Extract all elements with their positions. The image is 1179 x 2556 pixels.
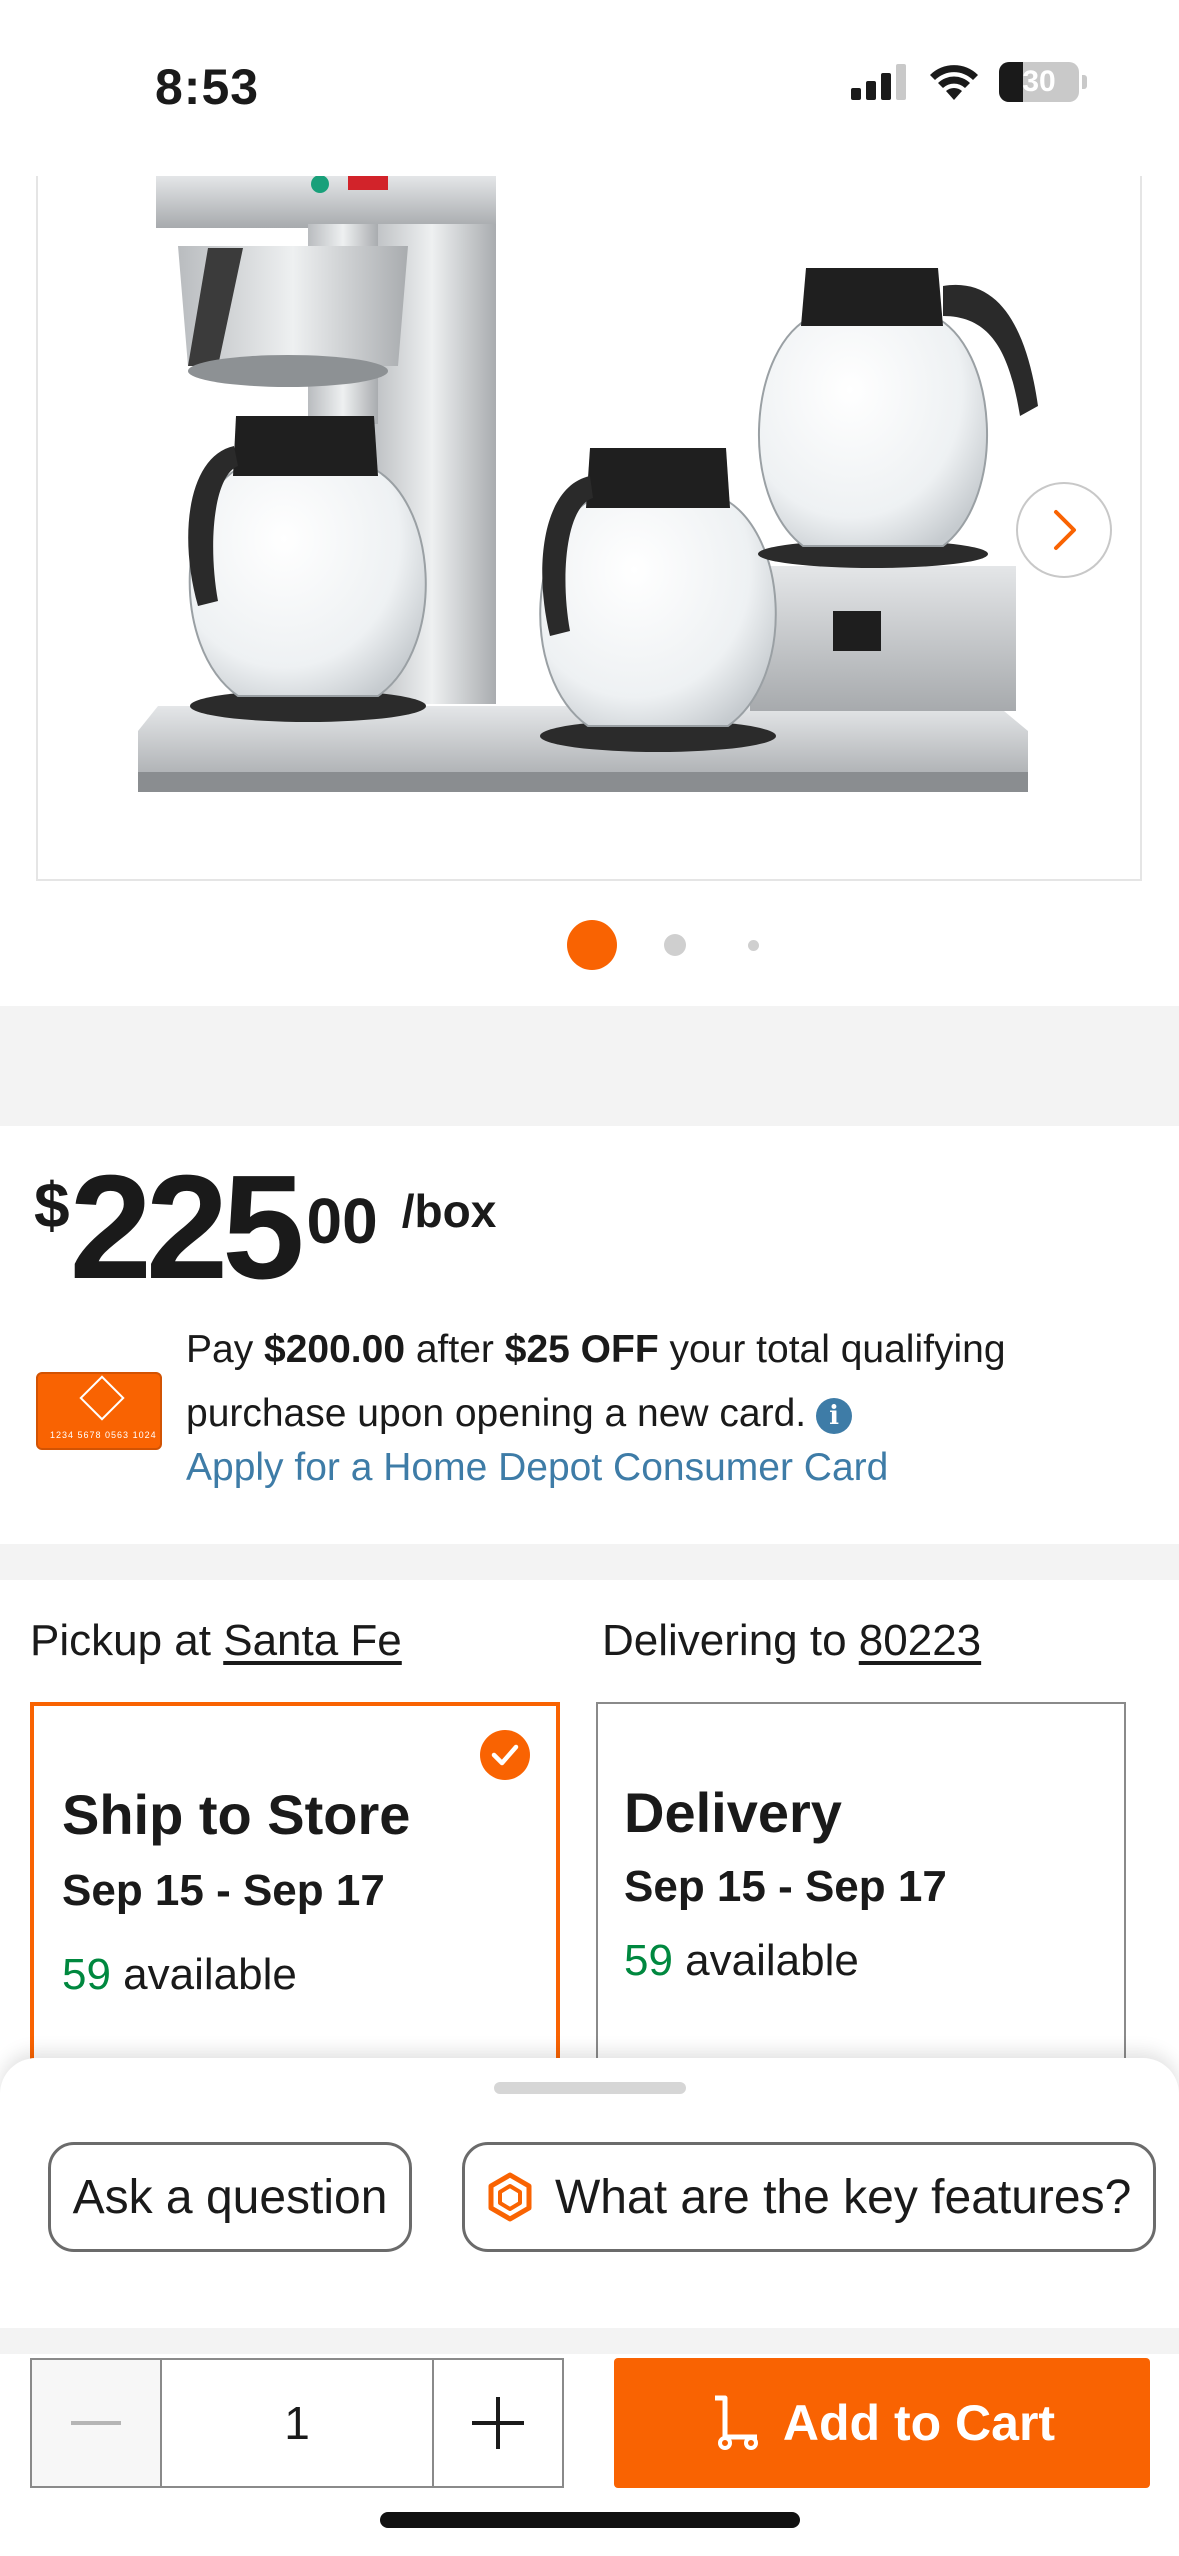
option-date: Sep 15 - Sep 17: [624, 1862, 947, 1911]
battery-level: 30: [1022, 65, 1056, 98]
quantity-input[interactable]: 1: [160, 2360, 434, 2486]
home-indicator[interactable]: [380, 2512, 800, 2528]
card-promo-text: Pay $200.00 after $25 OFF your total qua…: [186, 1318, 1136, 1446]
plus-icon: [472, 2397, 524, 2449]
hand-truck-icon: [714, 2395, 758, 2450]
checkmark-icon: [480, 1730, 530, 1780]
minus-icon: [71, 2421, 121, 2425]
ask-question-button[interactable]: Ask a question: [48, 2142, 412, 2252]
available-label: available: [110, 1950, 297, 1999]
wifi-icon: [930, 65, 978, 100]
promo-discount: $25 OFF: [504, 1328, 659, 1371]
pagination-dot-active[interactable]: [567, 920, 617, 970]
coffee-maker-image: [138, 176, 1038, 792]
section-divider: [0, 2328, 1179, 2354]
promo-text: Pay: [186, 1328, 265, 1371]
promo-text: after: [405, 1328, 505, 1371]
assistant-sheet: Ask a question What are the key features…: [0, 2058, 1179, 2328]
status-icons: 30: [851, 62, 1087, 102]
apply-card-link[interactable]: Apply for a Home Depot Consumer Card: [186, 1446, 888, 1490]
delivery-location: Delivering to 80223: [602, 1616, 981, 1666]
chevron-right-icon: [1054, 510, 1076, 550]
section-divider: [0, 1006, 1179, 1126]
pickup-location: Pickup at Santa Fe: [30, 1616, 402, 1666]
sheet-handle[interactable]: [494, 2082, 686, 2094]
magic-apron-icon: [488, 2172, 532, 2222]
key-features-label: What are the key features?: [555, 2170, 1132, 2224]
promo-amount: $200.00: [264, 1328, 406, 1371]
decrease-quantity-button[interactable]: [32, 2360, 160, 2486]
product-gallery[interactable]: [0, 176, 1179, 1006]
increase-quantity-button[interactable]: [434, 2360, 562, 2486]
zip-link[interactable]: 80223: [859, 1616, 981, 1665]
price-section: $ 225 00 /box 1234 5678 0563 1024 Pay $2…: [0, 1126, 1179, 1544]
status-bar: 8:53 30: [0, 0, 1179, 176]
delivery-prefix: Delivering to: [602, 1616, 859, 1665]
pagination-dot[interactable]: [664, 934, 686, 956]
quantity-stepper: 1: [30, 2358, 564, 2488]
product-image[interactable]: [36, 176, 1142, 881]
card-number: 1234 5678 0563 1024: [50, 1430, 157, 1440]
pagination-dot[interactable]: [748, 940, 759, 951]
status-time: 8:53: [155, 59, 260, 115]
pickup-prefix: Pickup at: [30, 1616, 224, 1665]
next-image-button[interactable]: [1016, 482, 1112, 578]
option-availability: 59 available: [62, 1950, 297, 2000]
fulfillment-section: Pickup at Santa Fe Delivering to 80223 S…: [0, 1580, 1179, 2122]
ask-question-label: Ask a question: [72, 2170, 388, 2224]
price: $ 225 00 /box: [34, 1150, 496, 1302]
option-title: Delivery: [624, 1781, 842, 1844]
option-title: Ship to Store: [62, 1783, 411, 1846]
add-to-cart-button[interactable]: Add to Cart: [614, 2358, 1150, 2488]
price-cents: 00: [306, 1185, 378, 1257]
option-date: Sep 15 - Sep 17: [62, 1866, 385, 1915]
info-icon[interactable]: i: [816, 1398, 853, 1434]
price-currency: $: [34, 1169, 70, 1241]
price-dollars: 225: [69, 1145, 305, 1310]
credit-card-image: 1234 5678 0563 1024: [36, 1372, 162, 1450]
add-to-cart-label: Add to Cart: [782, 2395, 1056, 2451]
battery-icon: 30: [999, 62, 1087, 102]
gallery-pagination: [0, 918, 1179, 978]
store-link[interactable]: Santa Fe: [223, 1616, 402, 1665]
home-depot-logo-icon: [79, 1375, 125, 1421]
available-count: 59: [624, 1936, 673, 1985]
cellular-signal-icon: [851, 64, 906, 100]
available-count: 59: [62, 1950, 111, 1999]
option-availability: 59 available: [624, 1936, 859, 1986]
key-features-button[interactable]: What are the key features?: [462, 2142, 1156, 2252]
price-unit: /box: [401, 1185, 497, 1237]
available-label: available: [672, 1936, 859, 1985]
section-divider: [0, 1544, 1179, 1580]
